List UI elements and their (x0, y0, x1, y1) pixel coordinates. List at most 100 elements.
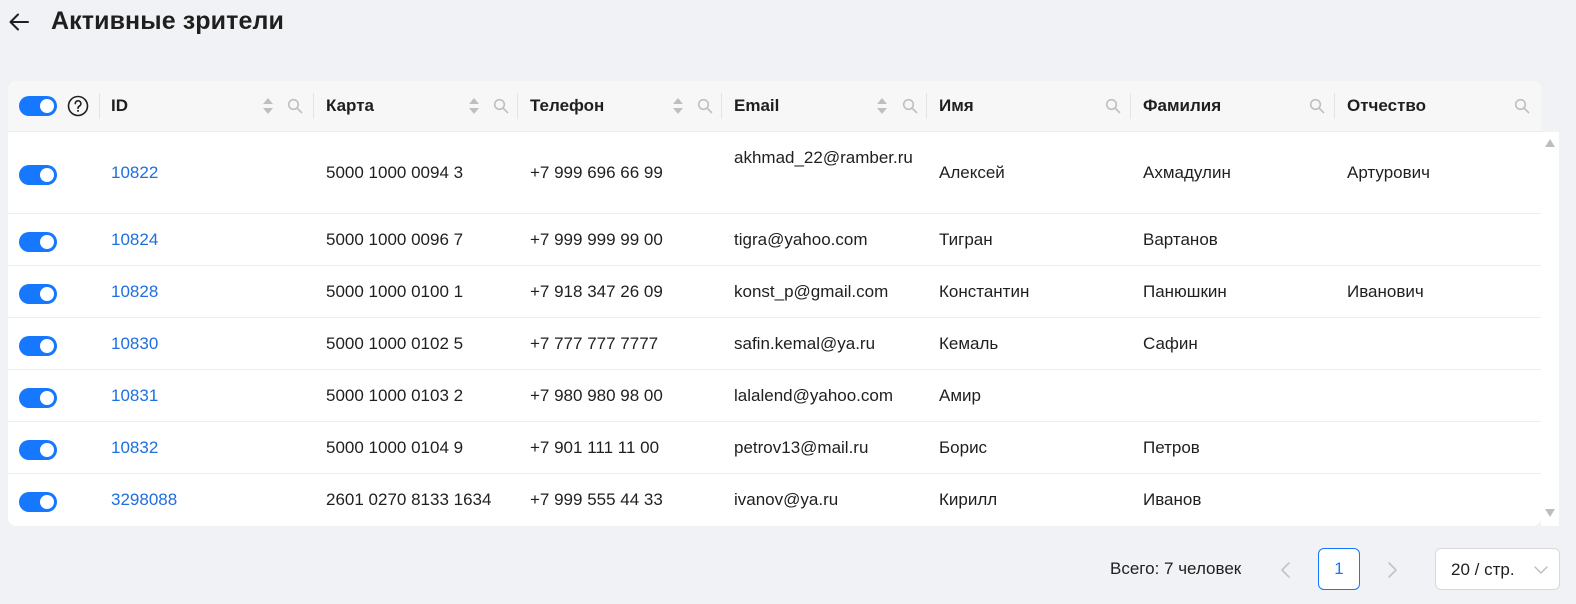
table-row: 10822 5000 1000 0094 3 +7 999 696 66 99 … (8, 132, 1541, 214)
search-icon[interactable] (902, 98, 918, 114)
help-icon[interactable] (67, 95, 89, 117)
table-row: 10832 5000 1000 0104 9 +7 901 111 11 00 … (8, 422, 1541, 474)
column-label: Фамилия (1143, 96, 1222, 115)
prev-page-icon[interactable] (1276, 559, 1296, 581)
page-size-select[interactable]: 20 / стр. (1435, 548, 1560, 590)
first-name-cell: Борис (939, 438, 988, 457)
first-name-cell: Амир (939, 386, 981, 405)
sort-icon[interactable] (672, 96, 684, 116)
viewer-id-link[interactable]: 10824 (111, 230, 158, 250)
column-label: Телефон (530, 96, 605, 115)
chevron-down-icon (1534, 566, 1548, 574)
active-toggle[interactable] (19, 284, 57, 304)
viewer-id-link[interactable]: 10831 (111, 386, 158, 406)
first-name-cell: Тигран (939, 230, 993, 249)
last-name-cell: Петров (1143, 438, 1200, 457)
table-row: 10830 5000 1000 0102 5 +7 777 777 7777 s… (8, 318, 1541, 370)
column-header-email: Email (722, 81, 927, 132)
column-label: Email (734, 96, 780, 115)
search-icon[interactable] (1309, 98, 1325, 114)
phone-cell: +7 777 777 7777 (530, 334, 659, 353)
column-header-id: ID (100, 81, 314, 132)
sort-icon[interactable] (262, 96, 274, 116)
active-toggle[interactable] (19, 492, 57, 512)
page-button[interactable]: 1 (1318, 548, 1360, 590)
email-cell: konst_p@gmail.com (734, 282, 889, 301)
table-scrollbar[interactable] (1541, 132, 1559, 526)
column-label: Карта (326, 96, 374, 115)
email-cell: ivanov@ya.ru (734, 490, 839, 509)
phone-cell: +7 918 347 26 09 (530, 282, 663, 301)
page-title: Активные зрители (51, 7, 284, 35)
phone-cell: +7 999 999 99 00 (530, 230, 663, 249)
last-name-cell: Ахмадулин (1143, 163, 1231, 182)
scroll-up-icon[interactable] (1544, 138, 1556, 148)
viewer-id-link[interactable]: 10822 (111, 163, 158, 183)
column-header-last-name: Фамилия (1131, 81, 1335, 132)
card-cell: 5000 1000 0100 1 (326, 282, 464, 301)
total-count: Всего: 7 человек (1110, 559, 1242, 578)
email-cell: akhmad_22@ramber.ru (734, 148, 913, 167)
search-icon[interactable] (493, 98, 509, 114)
email-cell: lalalend@yahoo.com (734, 386, 894, 405)
toggle-all-switch[interactable] (19, 96, 57, 116)
page-size-value: 20 / стр. (1451, 560, 1515, 579)
card-cell: 5000 1000 0102 5 (326, 334, 464, 353)
email-cell: tigra@yahoo.com (734, 230, 868, 249)
search-icon[interactable] (1514, 98, 1530, 114)
patronymic-cell: Артурович (1347, 163, 1430, 182)
search-icon[interactable] (287, 98, 303, 114)
table-header: ID Карта Телефон Email Имя Фамилия Отчес… (8, 81, 1541, 132)
search-icon[interactable] (1105, 98, 1121, 114)
header-toggle-cell (8, 81, 100, 132)
card-cell: 5000 1000 0104 9 (326, 438, 464, 457)
column-header-card: Карта (314, 81, 518, 132)
card-cell: 5000 1000 0103 2 (326, 386, 464, 405)
active-toggle[interactable] (19, 165, 57, 185)
first-name-cell: Кемаль (939, 334, 999, 353)
last-name-cell: Иванов (1143, 490, 1202, 509)
email-cell: petrov13@mail.ru (734, 438, 869, 457)
table-row: 3298088 2601 0270 8133 1634 +7 999 555 4… (8, 474, 1541, 526)
viewer-id-link[interactable]: 10828 (111, 282, 158, 302)
active-toggle[interactable] (19, 232, 57, 252)
column-header-phone: Телефон (518, 81, 722, 132)
scroll-down-icon[interactable] (1544, 508, 1556, 518)
phone-cell: +7 901 111 11 00 (530, 438, 660, 457)
viewers-table: ID Карта Телефон Email Имя Фамилия Отчес… (8, 81, 1541, 526)
next-page-icon[interactable] (1382, 559, 1402, 581)
card-cell: 5000 1000 0096 7 (326, 230, 464, 249)
last-name-cell: Панюшкин (1143, 282, 1227, 301)
patronymic-cell: Иванович (1347, 282, 1424, 301)
table-row: 10828 5000 1000 0100 1 +7 918 347 26 09 … (8, 266, 1541, 318)
column-label: Отчество (1347, 96, 1427, 115)
search-icon[interactable] (697, 98, 713, 114)
card-cell: 2601 0270 8133 1634 (326, 490, 492, 509)
table-row: 10831 5000 1000 0103 2 +7 980 980 98 00 … (8, 370, 1541, 422)
last-name-cell: Сафин (1143, 334, 1198, 353)
active-toggle[interactable] (19, 336, 57, 356)
viewer-id-link[interactable]: 10830 (111, 334, 158, 354)
column-header-patronymic: Отчество (1335, 81, 1541, 132)
column-label: Имя (939, 96, 974, 115)
viewer-id-link[interactable]: 10832 (111, 438, 158, 458)
first-name-cell: Кирилл (939, 490, 998, 509)
table-row: 10824 5000 1000 0096 7 +7 999 999 99 00 … (8, 214, 1541, 266)
first-name-cell: Алексей (939, 163, 1005, 182)
phone-cell: +7 980 980 98 00 (530, 386, 663, 405)
back-arrow-icon[interactable] (8, 11, 30, 33)
active-toggle[interactable] (19, 388, 57, 408)
page-header: Активные зрители (0, 0, 1576, 46)
first-name-cell: Константин (939, 282, 1030, 301)
email-cell: safin.kemal@ya.ru (734, 334, 876, 353)
phone-cell: +7 999 696 66 99 (530, 163, 663, 182)
phone-cell: +7 999 555 44 33 (530, 490, 663, 509)
column-header-first-name: Имя (927, 81, 1131, 132)
sort-icon[interactable] (468, 96, 480, 116)
sort-icon[interactable] (876, 96, 888, 116)
card-cell: 5000 1000 0094 3 (326, 163, 464, 182)
last-name-cell: Вартанов (1143, 230, 1218, 249)
active-toggle[interactable] (19, 440, 57, 460)
column-label: ID (111, 96, 128, 115)
viewer-id-link[interactable]: 3298088 (111, 490, 177, 510)
